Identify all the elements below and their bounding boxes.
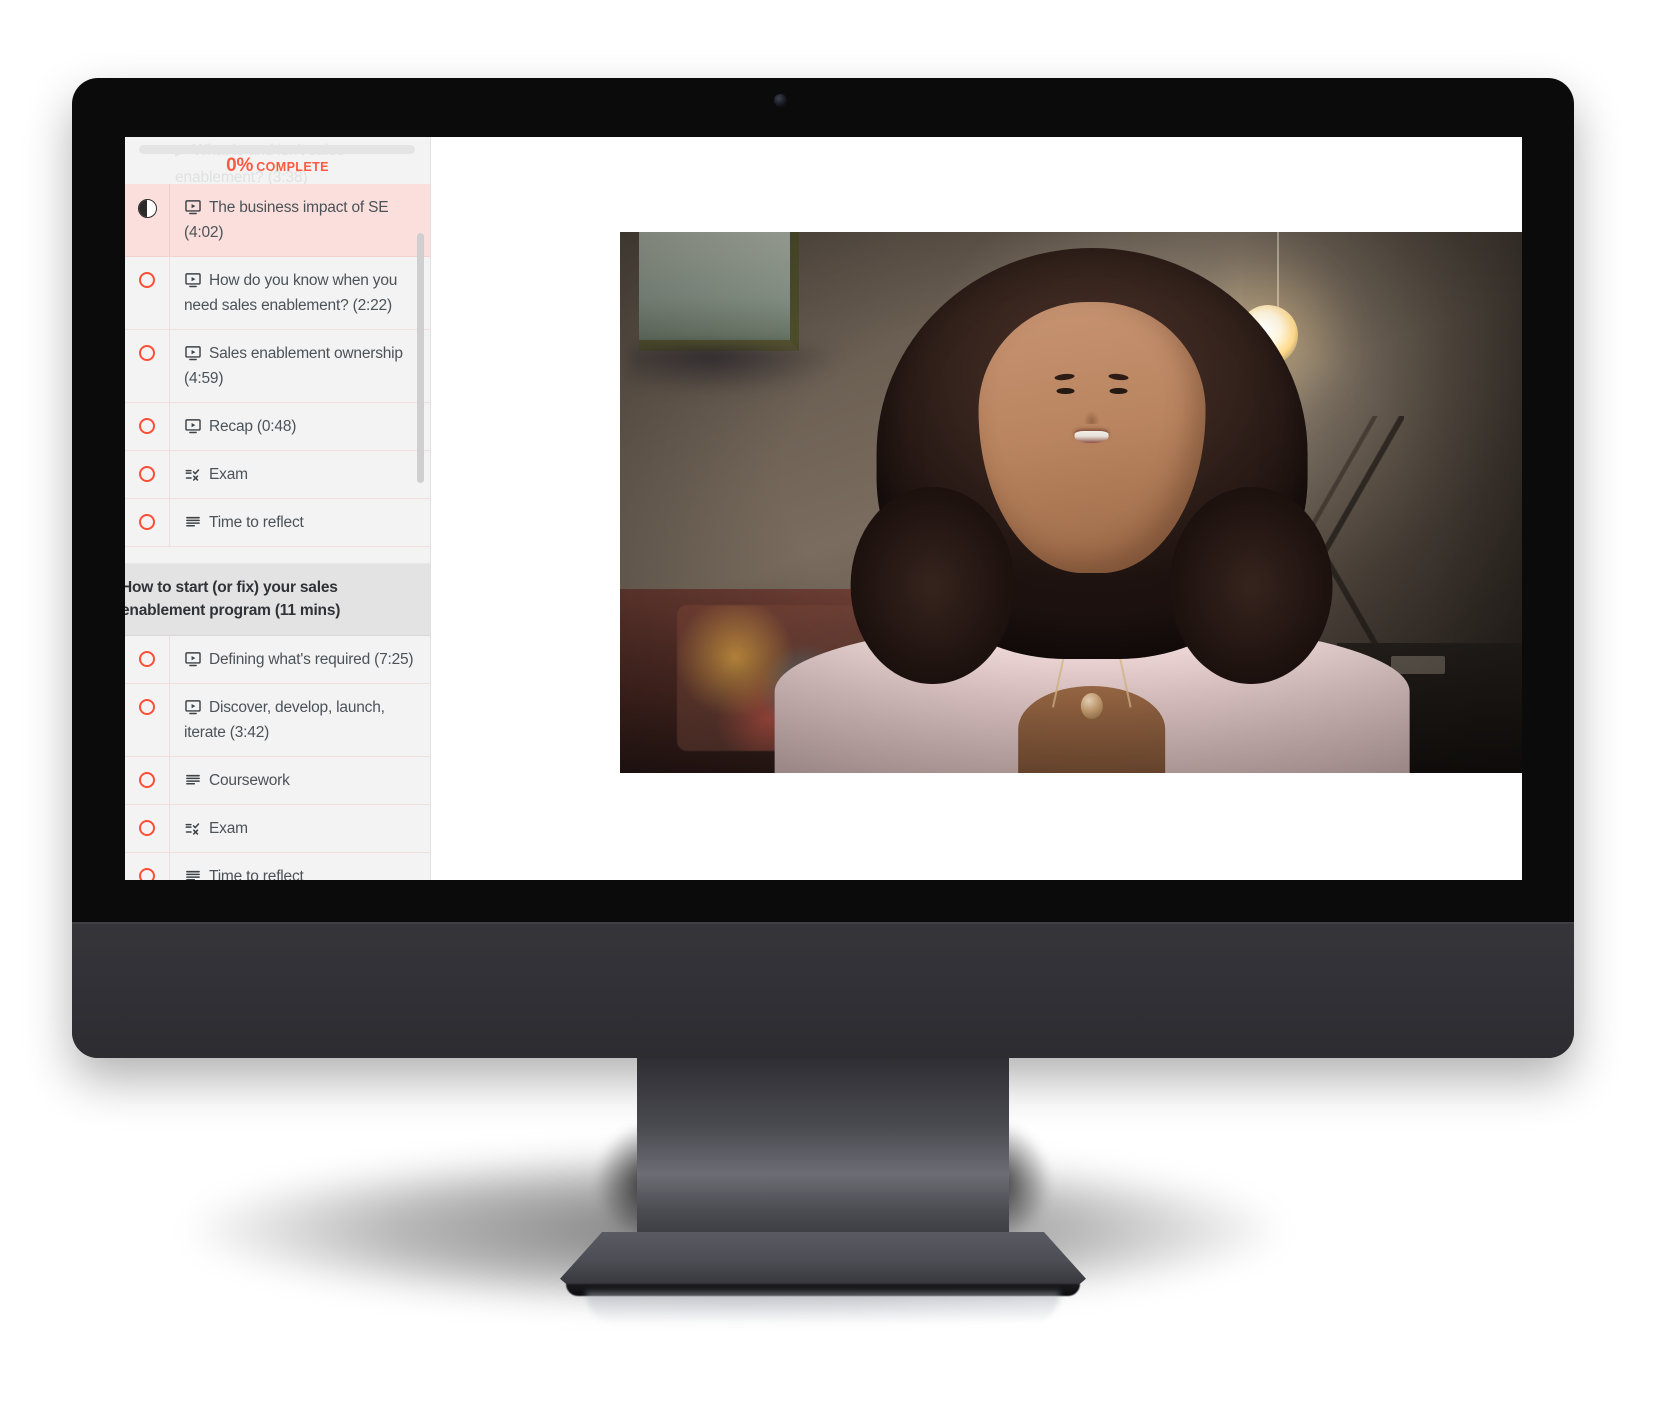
text-lesson-icon — [184, 771, 202, 789]
lesson-list[interactable]: The business impact of SE (4:02) How do … — [125, 184, 430, 880]
lesson-label: Coursework — [209, 772, 290, 789]
monitor-screen: ▶What is and isn't sales enablement? (3:… — [125, 137, 1522, 880]
lesson-label: Exam — [209, 466, 248, 483]
lesson-item-coursework[interactable]: Coursework — [125, 757, 430, 805]
lesson-item-discover-develop-launch-iterate[interactable]: Discover, develop, launch, iterate (3:42… — [125, 684, 430, 757]
lesson-item-time-to-reflect-2[interactable]: Time to reflect — [125, 853, 430, 880]
lesson-item-ownership[interactable]: Sales enablement ownership (4:59) — [125, 330, 430, 403]
lesson-item-how-do-you-know[interactable]: How do you know when you need sales enab… — [125, 257, 430, 330]
text-lesson-icon — [184, 867, 202, 880]
lesson-label: Defining what's required (7:25) — [209, 651, 414, 668]
text-lesson-icon — [184, 513, 202, 531]
lesson-main-content — [431, 137, 1522, 880]
lesson-label: Sales enablement ownership (4:59) — [184, 345, 403, 387]
lesson-item-business-impact[interactable]: The business impact of SE (4:02) — [125, 184, 430, 257]
video-icon — [184, 417, 202, 435]
quiz-icon — [184, 819, 202, 837]
quiz-icon — [184, 465, 202, 483]
empty-circle-icon — [139, 345, 155, 361]
lesson-item-exam-1[interactable]: Exam — [125, 451, 430, 499]
lesson-status[interactable] — [125, 330, 170, 402]
lesson-status[interactable] — [125, 499, 170, 546]
empty-circle-icon — [139, 651, 155, 667]
monitor-stand-reflection — [586, 1292, 1060, 1324]
lesson-status[interactable] — [125, 853, 170, 880]
empty-circle-icon — [139, 772, 155, 788]
lesson-label: How do you know when you need sales enab… — [184, 272, 398, 314]
empty-circle-icon — [139, 466, 155, 482]
lesson-status[interactable] — [125, 805, 170, 852]
lesson-status[interactable] — [125, 403, 170, 450]
empty-circle-icon — [139, 418, 155, 434]
lesson-item-time-to-reflect-1[interactable]: Time to reflect — [125, 499, 430, 547]
section-spacer — [125, 547, 430, 564]
video-icon — [184, 198, 202, 216]
empty-circle-icon — [139, 820, 155, 836]
lesson-item-defining-whats-required[interactable]: Defining what's required (7:25) — [125, 636, 430, 684]
lesson-status[interactable] — [125, 757, 170, 804]
lesson-label: Time to reflect — [209, 514, 304, 531]
lesson-label: Exam — [209, 820, 248, 837]
lesson-label-wrap: Recap (0:48) — [170, 403, 430, 450]
course-sidebar[interactable]: ▶What is and isn't sales enablement? (3:… — [125, 137, 431, 880]
progress-complete-label: COMPLETE — [256, 160, 329, 174]
lesson-label-wrap: Sales enablement ownership (4:59) — [170, 330, 430, 402]
section-header: How to start (or fix) your sales enablem… — [125, 564, 430, 636]
lesson-label-wrap: How do you know when you need sales enab… — [170, 257, 430, 329]
lesson-item-exam-2[interactable]: Exam — [125, 805, 430, 853]
empty-circle-icon — [139, 514, 155, 530]
video-icon — [184, 698, 202, 716]
lesson-label-wrap: Exam — [170, 805, 430, 852]
lesson-label-wrap: The business impact of SE (4:02) — [170, 184, 430, 256]
monitor-stand-neck — [637, 1058, 1009, 1240]
lesson-label-wrap: Time to reflect — [170, 499, 430, 546]
lesson-label: Discover, develop, launch, iterate (3:42… — [184, 699, 385, 741]
sidebar-scrollbar-track[interactable] — [417, 137, 427, 880]
lesson-label-wrap: Time to reflect — [170, 853, 430, 880]
monitor-chin — [72, 922, 1574, 1058]
empty-circle-icon — [139, 868, 155, 880]
video-icon — [184, 271, 202, 289]
empty-circle-icon — [139, 699, 155, 715]
lesson-label: Time to reflect — [209, 868, 304, 880]
progress-percent: 0% — [226, 155, 254, 176]
lesson-label-wrap: Exam — [170, 451, 430, 498]
video-vignette — [620, 232, 1522, 773]
lesson-status[interactable] — [125, 451, 170, 498]
lesson-label: Recap (0:48) — [209, 418, 297, 435]
lesson-status[interactable] — [125, 636, 170, 683]
lesson-label-wrap: Defining what's required (7:25) — [170, 636, 430, 683]
sidebar-scrollbar-thumb[interactable] — [417, 233, 424, 483]
video-icon — [184, 344, 202, 362]
screenshot-stage: ▶What is and isn't sales enablement? (3:… — [0, 0, 1667, 1427]
video-player[interactable] — [620, 232, 1522, 773]
webcam-icon — [774, 94, 787, 107]
video-icon — [184, 650, 202, 668]
progress-bar — [139, 145, 415, 154]
lesson-label: The business impact of SE (4:02) — [184, 199, 389, 241]
lesson-status[interactable] — [125, 184, 170, 256]
lesson-label-wrap: Discover, develop, launch, iterate (3:42… — [170, 684, 430, 756]
monitor-stand-base — [560, 1232, 1086, 1292]
empty-circle-icon — [139, 272, 155, 288]
half-filled-circle-icon — [137, 199, 157, 218]
lesson-status[interactable] — [125, 684, 170, 756]
lesson-label-wrap: Coursework — [170, 757, 430, 804]
lesson-item-recap[interactable]: Recap (0:48) — [125, 403, 430, 451]
lesson-status[interactable] — [125, 257, 170, 329]
progress-header: 0% COMPLETE — [125, 155, 430, 177]
